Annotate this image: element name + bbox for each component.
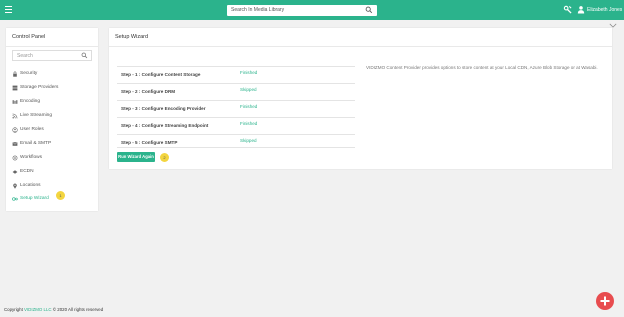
sidebar-item-label: Workflows bbox=[20, 155, 43, 160]
lock-icon bbox=[13, 71, 17, 77]
company-link[interactable]: VIDIZMO LLC bbox=[24, 307, 52, 312]
sidebar-item-label: Security bbox=[20, 71, 38, 76]
ecdn-icon bbox=[12, 170, 18, 174]
control-panel-title: Control Panel bbox=[12, 34, 46, 40]
step-badge: 1 bbox=[56, 191, 65, 200]
copyright-prefix: Copyright bbox=[4, 307, 23, 312]
plus-icon bbox=[600, 296, 610, 306]
wizard-description: VIDIZMO Content Provider provides option… bbox=[366, 65, 598, 70]
storage-icon bbox=[12, 85, 18, 91]
wizard-step[interactable]: Step - 4 : Configure Streaming Endpoint … bbox=[117, 117, 355, 135]
control-panel: Control Panel Search Security Storage Pr… bbox=[6, 28, 98, 211]
user-roles-icon bbox=[12, 127, 18, 133]
hamburger-menu-icon[interactable] bbox=[5, 6, 12, 13]
sidebar-item-encoding[interactable]: Encoding bbox=[12, 98, 96, 108]
user-avatar-icon[interactable] bbox=[577, 5, 585, 14]
step-status: Finished bbox=[240, 70, 258, 75]
sidebar-item-ecdn[interactable]: ECDN bbox=[12, 168, 96, 178]
sidebar-item-email-smtp[interactable]: Email & SMTP bbox=[12, 140, 96, 150]
sidebar-item-label: Locations bbox=[20, 183, 41, 188]
media-library-search[interactable]: Search In Media Library bbox=[227, 5, 377, 16]
search-icon[interactable] bbox=[365, 6, 373, 14]
step-name: Step - 4 : Configure Streaming Endpoint bbox=[121, 123, 209, 128]
step-status: Finished bbox=[240, 121, 258, 126]
divider bbox=[117, 147, 355, 148]
step-status: Finished bbox=[240, 104, 258, 109]
copyright-suffix: © 2020 All rights reserved bbox=[52, 307, 104, 312]
step-status: Skipped bbox=[240, 87, 257, 92]
sidebar-item-label: Setup Wizard bbox=[20, 196, 49, 201]
wizard-step[interactable]: Step - 5 : Configure SMTP Skipped bbox=[117, 134, 355, 152]
setup-wizard-title: Setup Wizard bbox=[115, 34, 149, 40]
step-name: Step - 2 : Configure DRM bbox=[121, 89, 176, 94]
sidebar-item-security[interactable]: Security bbox=[12, 70, 96, 80]
search-icon[interactable] bbox=[81, 52, 88, 59]
run-wizard-again-button[interactable]: Run Wizard Again bbox=[117, 152, 155, 162]
control-panel-search-input[interactable]: Search bbox=[17, 53, 33, 59]
divider bbox=[6, 46, 98, 47]
tools-icon[interactable] bbox=[563, 5, 572, 14]
step-name: Step - 3 : Configure Encoding Provider bbox=[121, 106, 206, 111]
step-status: Skipped bbox=[240, 138, 257, 143]
sidebar-item-setup-wizard[interactable]: Setup Wizard bbox=[12, 195, 96, 205]
sidebar-item-label: Email & SMTP bbox=[20, 141, 52, 146]
sidebar-item-workflows[interactable]: Workflows bbox=[12, 154, 96, 164]
wizard-step[interactable]: Step - 2 : Configure DRM Skipped bbox=[117, 83, 355, 101]
footer-copyright: Copyright VIDIZMO LLC © 2020 All rights … bbox=[4, 307, 103, 312]
user-name[interactable]: Elizabeth Jones bbox=[587, 7, 622, 13]
sidebar-item-locations[interactable]: Locations bbox=[12, 182, 96, 192]
add-fab-button[interactable] bbox=[596, 292, 614, 310]
step-badge: 2 bbox=[160, 153, 169, 162]
sidebar-item-label: Encoding bbox=[20, 99, 41, 104]
encoding-icon bbox=[12, 100, 18, 104]
control-panel-search[interactable]: Search bbox=[12, 50, 92, 61]
sidebar-item-label: Live Streaming bbox=[20, 113, 52, 118]
sidebar-item-user-roles[interactable]: User Roles bbox=[12, 126, 96, 136]
rss-icon bbox=[12, 113, 18, 119]
wizard-step[interactable]: Step - 3 : Configure Encoding Provider F… bbox=[117, 100, 355, 118]
step-name: Step - 5 : Configure SMTP bbox=[121, 140, 178, 145]
divider bbox=[109, 46, 612, 47]
sidebar-item-label: User Roles bbox=[20, 127, 44, 132]
media-library-search-input[interactable]: Search In Media Library bbox=[231, 7, 284, 13]
workflow-icon bbox=[12, 155, 18, 161]
location-icon bbox=[13, 183, 17, 189]
sidebar-item-label: Storage Providers bbox=[20, 85, 59, 90]
email-icon bbox=[12, 142, 18, 146]
sidebar-item-label: ECDN bbox=[20, 169, 34, 174]
sidebar-item-storage-providers[interactable]: Storage Providers bbox=[12, 84, 96, 94]
wizard-icon bbox=[12, 197, 18, 201]
top-bar: Search In Media Library Elizabeth Jones bbox=[0, 0, 624, 20]
sidebar-item-live-streaming[interactable]: Live Streaming bbox=[12, 112, 96, 122]
wizard-step[interactable]: Step - 1 : Configure Content Storage Fin… bbox=[117, 66, 355, 84]
step-name: Step - 1 : Configure Content Storage bbox=[121, 72, 201, 77]
setup-wizard-panel: Setup Wizard Step - 1 : Configure Conten… bbox=[109, 28, 612, 169]
